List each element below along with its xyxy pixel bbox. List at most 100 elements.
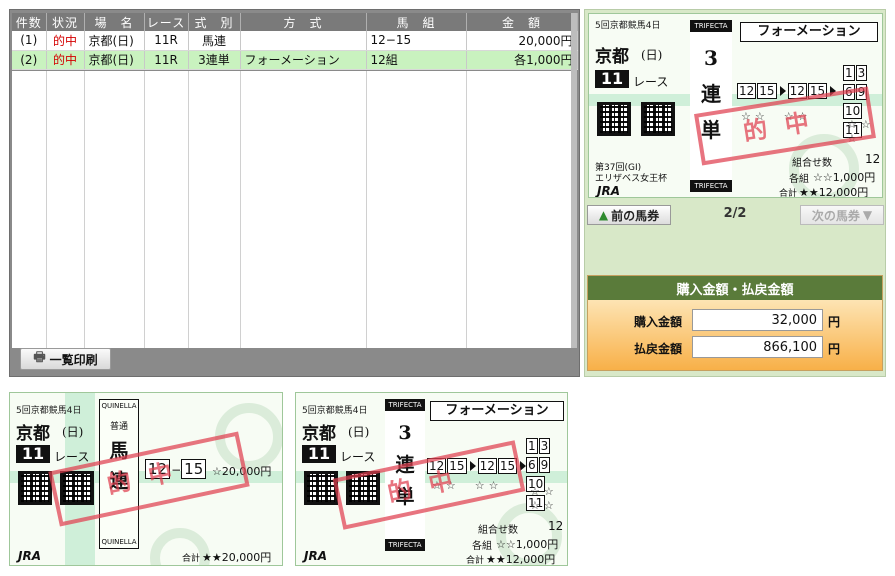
- ticket-race-number: 11: [16, 445, 50, 463]
- ticket-race-number: 11: [302, 445, 336, 463]
- ticket-race-label: レース: [633, 75, 669, 89]
- prev-ticket-label: 前の馬券: [611, 208, 660, 223]
- print-list-label: 一覧印刷: [49, 352, 98, 367]
- print-list-button[interactable]: 🖶 一覧印刷: [20, 348, 111, 370]
- bet-type-en-bottom: TRIFECTA: [388, 541, 422, 549]
- table-scrollbar[interactable]: [571, 13, 577, 348]
- bet-type-column: TRIFECTA 3 連 単 TRIFECTA: [690, 20, 732, 192]
- row-race: 11R: [144, 50, 189, 70]
- bet-type-digit: 3: [704, 46, 718, 70]
- column-header-bet-type: 式 別: [188, 13, 241, 31]
- ticket-day: (日): [348, 425, 370, 439]
- table-row[interactable]: (1) 的中 京都(日) 11R 馬連 12−15 20,000円: [12, 31, 578, 51]
- bet-type-char: 連: [701, 82, 721, 106]
- row-venue: 京都(日): [84, 31, 145, 51]
- ticket-race-name-2: エリザベス女王杯: [595, 174, 668, 184]
- horse-number: 3: [538, 438, 551, 454]
- total-label: 合計: [779, 189, 798, 198]
- printer-icon: 🖶: [33, 350, 46, 365]
- ticket-venue: 京都: [16, 424, 50, 444]
- horse-number: 15: [757, 83, 777, 99]
- row-status: 的中: [46, 50, 85, 70]
- qr-code: [18, 471, 52, 505]
- payout-amount-field: 866,100: [692, 336, 823, 358]
- row-venue: 京都(日): [84, 50, 145, 70]
- column-header-amount: 金 額: [466, 13, 578, 31]
- jra-logo: JRA: [18, 549, 41, 563]
- qr-code: [304, 471, 338, 505]
- next-ticket-button[interactable]: 次の馬券 ▼: [800, 205, 884, 225]
- payout-row: 払戻金額 866,100 円: [588, 336, 882, 358]
- total-amount: ★★12,000円: [799, 186, 869, 198]
- horse-number: 12: [737, 83, 757, 99]
- ticket-detail-panel: 5回京都競馬4日 京都 (日) 11 レース 第37回(GI) エリザベス女王杯…: [584, 9, 886, 377]
- qr-code: [597, 102, 631, 136]
- column-header-count: 件数: [12, 13, 47, 31]
- total-amount: ★★20,000円: [202, 551, 272, 564]
- bet-type-en-bottom: TRIFECTA: [694, 182, 728, 190]
- horse-number: 3: [855, 65, 868, 81]
- combos-label: 組合せ数: [792, 158, 832, 169]
- formation-title: フォーメーション: [430, 401, 564, 421]
- payout-unit: 円: [828, 342, 841, 356]
- each-label: 各組: [789, 174, 809, 185]
- each-amount: ☆☆1,000円: [496, 538, 559, 551]
- next-ticket-label: 次の馬券: [811, 208, 860, 223]
- row-bet-type: 3連単: [188, 50, 241, 70]
- row-method: フォーメーション: [240, 50, 367, 70]
- ticket-race-label: レース: [340, 450, 376, 464]
- column-header-status: 状況: [46, 13, 85, 31]
- horse-number: 9: [538, 457, 551, 473]
- row-combo: 12組: [366, 50, 467, 70]
- purchase-amount-field: 32,000: [692, 309, 823, 331]
- combos-count: 12: [865, 152, 881, 166]
- total-amount: ★★12,000円: [486, 553, 556, 566]
- row-amount: 20,000円: [466, 31, 578, 51]
- formation-title: フォーメーション: [740, 22, 878, 42]
- ticket-race-number: 11: [595, 70, 629, 88]
- ticket-preview-trifecta: 5回京都競馬4日 京都 (日) 11 レース 第37回(GI) エリザベス女王杯…: [588, 13, 883, 198]
- row-method: [240, 31, 367, 51]
- ticket-meet: 5回京都競馬4日: [16, 406, 82, 416]
- ticket-venue: 京都: [302, 424, 336, 444]
- ticket-venue: 京都: [595, 47, 629, 67]
- each-amount: ☆☆1,000円: [813, 171, 876, 184]
- ticket-day: (日): [641, 48, 663, 62]
- purchase-unit: 円: [828, 315, 841, 329]
- row-race: 11R: [144, 31, 189, 51]
- horse-number: 1: [843, 65, 855, 81]
- row-count: (2): [12, 50, 47, 70]
- star-marks: ☆☆ ☆☆: [530, 485, 558, 512]
- qr-code: [641, 102, 675, 136]
- bet-list-table: 件数 状況 場 名 レース 式 別 方 式 馬 組 金 額 (1) 的中 京都(…: [12, 13, 578, 70]
- bet-type-en-top: TRIFECTA: [388, 401, 422, 409]
- ticket-meet: 5回京都競馬4日: [595, 21, 661, 31]
- horse-number: 1: [526, 438, 538, 454]
- total-label: 合計: [182, 554, 201, 564]
- table-header-row: 件数 状況 場 名 レース 式 別 方 式 馬 組 金 額: [12, 13, 578, 31]
- column-header-venue: 場 名: [84, 13, 145, 31]
- bet-type-en-top: TRIFECTA: [694, 22, 728, 30]
- arrow-up-icon: ▲: [598, 208, 609, 222]
- combos-count: 12: [548, 519, 564, 533]
- table-row-selected[interactable]: (2) 的中 京都(日) 11R 3連単 フォーメーション 12組 各1,000…: [12, 50, 578, 70]
- bet-type-en-top: QUINELLA: [101, 402, 137, 410]
- prev-ticket-button[interactable]: ▲ 前の馬券: [587, 205, 671, 225]
- jra-logo: JRA: [597, 184, 620, 198]
- table-empty-area: [12, 71, 577, 348]
- ticket-trifecta[interactable]: 5回京都競馬4日 京都 (日) 11 レース JRA TRIFECTA 3 連 …: [295, 392, 568, 566]
- column-header-method: 方 式: [240, 13, 367, 31]
- ticket-quinella[interactable]: 5回京都競馬4日 京都 (日) 11 レース JRA QUINELLA 普通 馬…: [9, 392, 283, 566]
- row-count: (1): [12, 31, 47, 51]
- column-header-race: レース: [144, 13, 189, 31]
- payment-summary: 購入金額・払戻金額 購入金額 32,000 円 払戻金額 866,100 円: [587, 275, 883, 371]
- combos-label: 組合せ数: [478, 525, 518, 536]
- row-amount: 各1,000円: [466, 50, 578, 70]
- total-label: 合計: [466, 556, 485, 566]
- purchase-label: 購入金額: [634, 315, 683, 329]
- arrow-right-icon: [779, 85, 786, 96]
- payment-header: 購入金額・払戻金額: [588, 276, 882, 300]
- ticket-meet: 5回京都競馬4日: [302, 406, 368, 416]
- row-combo: 12−15: [366, 31, 467, 51]
- bet-type-digit: 3: [398, 422, 412, 444]
